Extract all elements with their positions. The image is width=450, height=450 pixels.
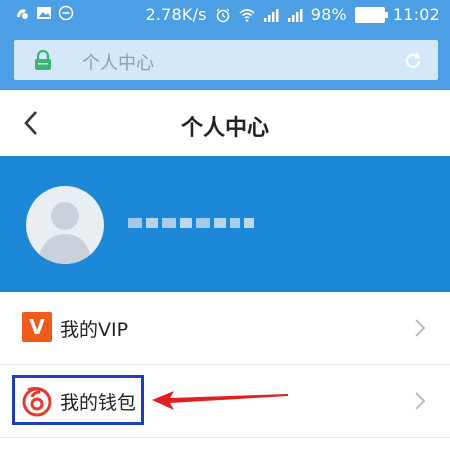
user-placeholder-icon (38, 202, 92, 264)
address-text: 个人中心 (82, 53, 154, 74)
address-bar[interactable]: 个人中心 (14, 40, 438, 80)
battery-icon (354, 6, 388, 23)
battery-percent: 98% (310, 5, 347, 24)
chevron-right-icon (415, 319, 426, 337)
blurred-username (128, 218, 254, 228)
signal-icon-2 (287, 8, 303, 22)
avatar[interactable] (26, 186, 104, 264)
alarm-icon (216, 8, 230, 22)
annotation-arrow-icon (152, 391, 288, 410)
profile-banner (0, 156, 450, 292)
status-left-icons (14, 5, 74, 21)
lock-icon (35, 49, 51, 70)
status-bar: 2.78K/s 98% 11:02 (0, 0, 450, 30)
notification-icon (17, 9, 28, 19)
clock: 11:02 (392, 5, 440, 24)
menu-list: V 我的VIP 我的钱包 (0, 292, 450, 438)
page-header: 个人中心 (0, 90, 450, 157)
wifi-icon (239, 8, 255, 22)
reload-icon[interactable] (402, 50, 424, 72)
menu-item-vip[interactable]: V 我的VIP (0, 292, 450, 365)
signal-icon-1 (263, 8, 279, 22)
vip-badge-icon: V (22, 312, 52, 342)
page-title: 个人中心 (180, 116, 269, 141)
minus-circle-icon (58, 5, 74, 21)
browser-toolbar: 个人中心 (0, 30, 450, 90)
status-right: 2.78K/s 98% 11:02 (145, 5, 440, 24)
network-speed: 2.78K/s (145, 5, 207, 24)
menu-item-wallet[interactable]: 我的钱包 (0, 365, 450, 438)
chevron-right-icon (415, 392, 426, 410)
image-icon (37, 7, 51, 19)
menu-item-label: 我的VIP (60, 319, 129, 341)
phone-screen: 2.78K/s 98% 11:02 个人中心 个人中心 V 我的VIP 我的钱包 (0, 0, 450, 450)
annotation-highlight-box (12, 375, 144, 425)
